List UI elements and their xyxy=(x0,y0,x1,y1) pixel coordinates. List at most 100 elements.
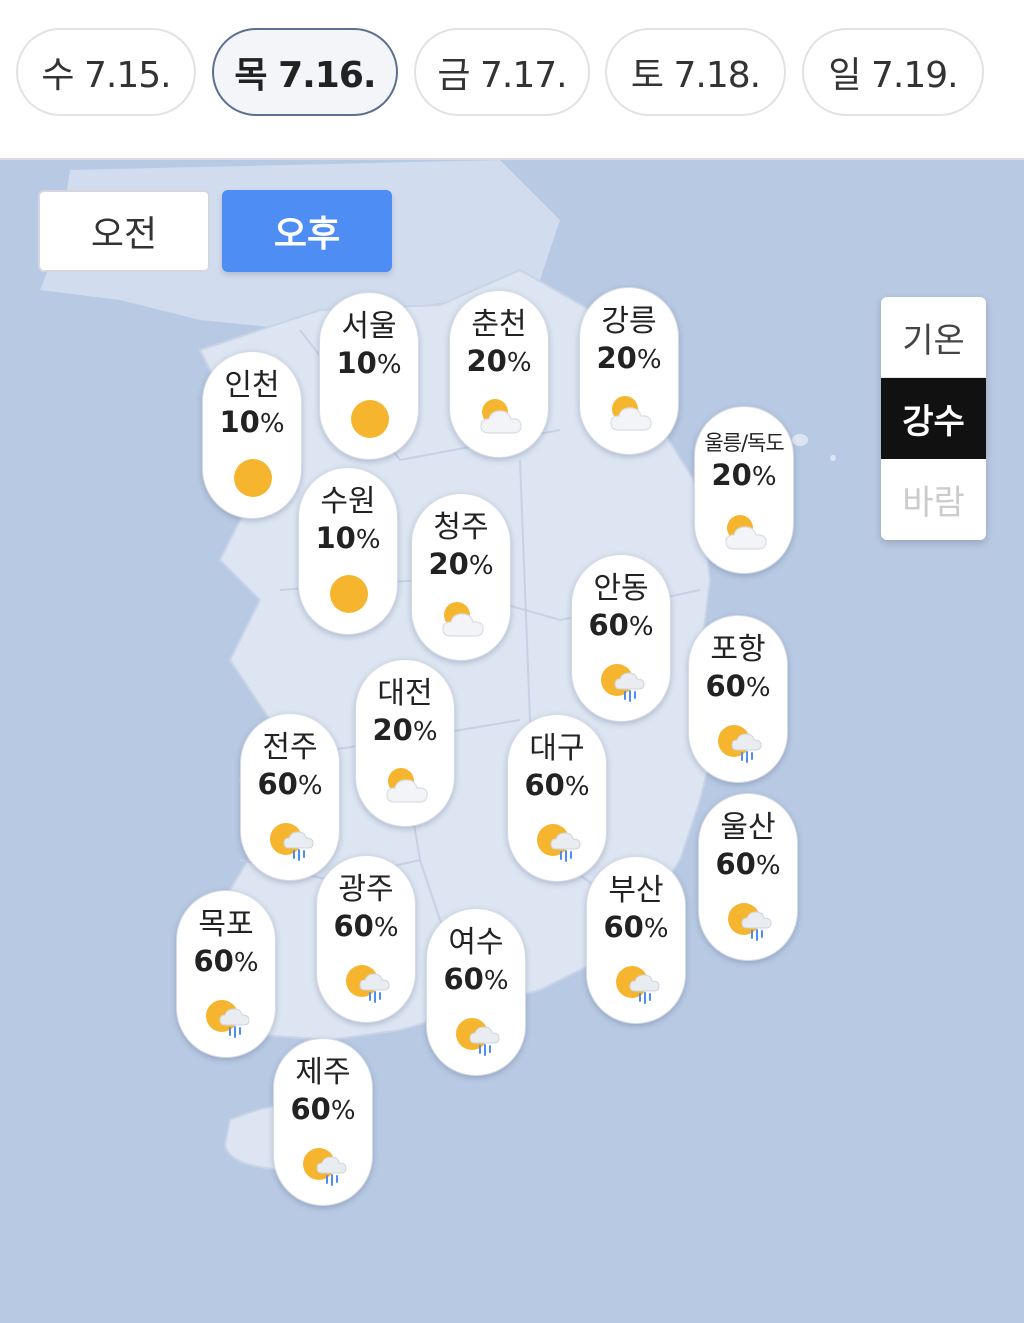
temperature-layer-button[interactable]: 기온 xyxy=(881,297,986,378)
precip-probability: 20% xyxy=(450,343,548,381)
precip-value: 60 xyxy=(290,1092,331,1126)
city-name: 여수 xyxy=(448,925,504,960)
precip-probability: 60% xyxy=(317,908,415,946)
precip-value: 20 xyxy=(428,547,469,581)
partly-cloudy-icon xyxy=(725,515,767,550)
precip-value: 60 xyxy=(603,910,644,944)
city-pin[interactable]: 광주 60% xyxy=(316,855,416,1023)
precip-probability: 60% xyxy=(274,1091,372,1129)
sun-icon xyxy=(234,459,272,497)
precip-probability: 60% xyxy=(572,607,670,645)
city-name: 수원 xyxy=(320,484,376,519)
city-pin[interactable]: 안동 60% xyxy=(571,554,671,722)
city-pin[interactable]: 여수 60% xyxy=(426,908,526,1076)
city-pin[interactable]: 포항 60% xyxy=(688,615,788,783)
am-button[interactable]: 오전 xyxy=(38,190,210,272)
percent-unit: % xyxy=(745,673,771,703)
precip-probability: 10% xyxy=(203,404,301,442)
precip-probability: 20% xyxy=(356,712,454,750)
sun-cloud-rain-icon xyxy=(601,664,645,702)
percent-unit: % xyxy=(468,551,494,581)
percent-unit: % xyxy=(297,771,323,801)
percent-unit: % xyxy=(373,913,399,943)
city-name: 울산 xyxy=(720,810,776,845)
precip-probability: 20% xyxy=(580,340,678,378)
precip-probability: 60% xyxy=(241,766,339,804)
percent-unit: % xyxy=(564,772,590,802)
sun-icon xyxy=(351,400,389,438)
percent-unit: % xyxy=(628,612,654,642)
precip-value: 60 xyxy=(715,847,756,881)
city-pin[interactable]: 목포 60% xyxy=(176,890,276,1058)
sun-cloud-rain-icon xyxy=(270,823,314,861)
date-tab-wed[interactable]: 수 7.15. xyxy=(16,28,196,116)
city-name: 목포 xyxy=(198,907,254,942)
percent-unit: % xyxy=(506,348,532,378)
percent-unit: % xyxy=(355,525,381,555)
precip-value: 20 xyxy=(596,341,637,375)
precip-probability: 60% xyxy=(427,961,525,999)
partly-cloudy-icon xyxy=(442,602,484,637)
wind-layer-button[interactable]: 바람 xyxy=(881,459,986,540)
city-pin[interactable]: 청주 20% xyxy=(411,493,511,661)
city-pin[interactable]: 대구 60% xyxy=(507,714,607,882)
precip-value: 60 xyxy=(193,944,234,978)
date-tab-sun[interactable]: 일 7.19. xyxy=(802,28,984,116)
city-pin[interactable]: 울산 60% xyxy=(698,793,798,961)
city-name: 포항 xyxy=(710,632,766,667)
city-name: 인천 xyxy=(224,368,280,403)
precip-value: 60 xyxy=(524,768,565,802)
percent-unit: % xyxy=(643,914,669,944)
city-name: 대구 xyxy=(529,731,585,766)
city-name: 강릉 xyxy=(601,304,657,339)
precip-value: 10 xyxy=(219,405,260,439)
layer-selector: 기온 강수 바람 xyxy=(881,297,986,540)
date-tab-thu[interactable]: 목 7.16. xyxy=(212,28,398,116)
percent-unit: % xyxy=(233,948,259,978)
date-tab-fri[interactable]: 금 7.17. xyxy=(414,28,590,116)
precip-probability: 60% xyxy=(508,767,606,805)
precip-value: 60 xyxy=(588,608,629,642)
city-pin[interactable]: 부산 60% xyxy=(586,856,686,1024)
sun-cloud-rain-icon xyxy=(718,725,762,763)
percent-unit: % xyxy=(330,1096,356,1126)
precip-probability: 60% xyxy=(177,943,275,981)
percent-unit: % xyxy=(376,350,402,380)
city-pin[interactable]: 수원 10% xyxy=(298,467,398,635)
precip-probability: 60% xyxy=(689,668,787,706)
city-pin[interactable]: 인천 10% xyxy=(202,351,302,519)
precip-value: 60 xyxy=(257,767,298,801)
city-name: 전주 xyxy=(262,730,318,765)
city-name: 광주 xyxy=(338,872,394,907)
city-pin[interactable]: 강릉 20% xyxy=(579,287,679,455)
city-name: 춘천 xyxy=(471,307,527,342)
percent-unit: % xyxy=(412,717,438,747)
date-tab-sat[interactable]: 토 7.18. xyxy=(605,28,786,116)
partly-cloudy-icon xyxy=(610,396,652,431)
city-pin[interactable]: 대전 20% xyxy=(355,659,455,827)
precip-probability: 60% xyxy=(587,909,685,947)
percent-unit: % xyxy=(483,966,509,996)
precip-probability: 20% xyxy=(695,457,793,495)
percent-unit: % xyxy=(259,409,285,439)
precip-probability: 10% xyxy=(299,520,397,558)
city-pin[interactable]: 울릉/독도 20% xyxy=(694,406,794,574)
city-pin[interactable]: 춘천 20% xyxy=(449,290,549,458)
sun-cloud-rain-icon xyxy=(346,965,390,1003)
partly-cloudy-icon xyxy=(386,768,428,803)
precipitation-layer-button[interactable]: 강수 xyxy=(881,378,986,459)
percent-unit: % xyxy=(751,462,777,492)
city-pin[interactable]: 서울 10% xyxy=(319,292,419,460)
city-pin[interactable]: 전주 60% xyxy=(240,713,340,881)
pm-button[interactable]: 오후 xyxy=(222,190,392,272)
city-name: 대전 xyxy=(377,676,433,711)
dokdo-land xyxy=(830,455,836,461)
precip-probability: 10% xyxy=(320,345,418,383)
sun-cloud-rain-icon xyxy=(537,824,581,862)
city-name: 안동 xyxy=(593,571,649,606)
ulleung-land xyxy=(792,434,808,446)
percent-unit: % xyxy=(755,851,781,881)
precip-probability: 20% xyxy=(412,546,510,584)
city-name: 울릉/독도 xyxy=(704,431,784,455)
city-pin[interactable]: 제주 60% xyxy=(273,1038,373,1206)
